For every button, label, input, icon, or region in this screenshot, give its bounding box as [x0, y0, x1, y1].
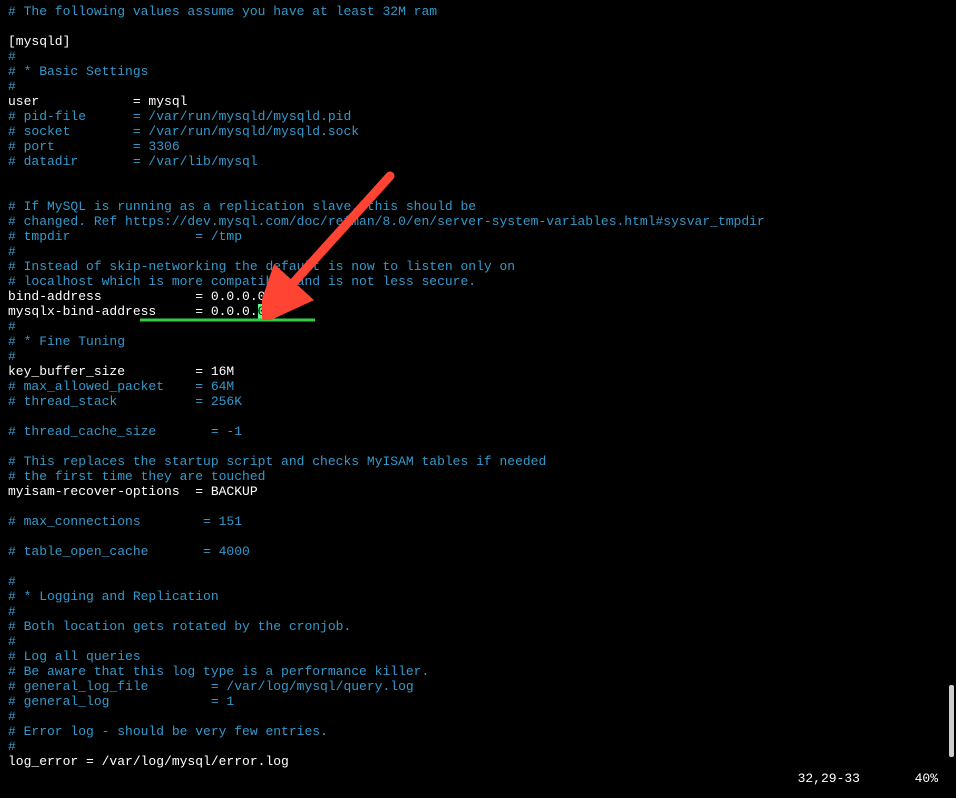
- editor-line[interactable]: [8, 559, 948, 574]
- vim-status-bar: 32,29-33 40%: [798, 771, 938, 786]
- editor-line[interactable]: # This replaces the startup script and c…: [8, 454, 948, 469]
- scroll-percent: 40%: [915, 771, 938, 786]
- editor-line[interactable]: # * Fine Tuning: [8, 334, 948, 349]
- cursor-position: 32,29-33: [798, 771, 860, 786]
- editor-line[interactable]: # socket = /var/run/mysqld/mysqld.sock: [8, 124, 948, 139]
- editor-line[interactable]: # max_connections = 151: [8, 514, 948, 529]
- editor-line[interactable]: # table_open_cache = 4000: [8, 544, 948, 559]
- editor-line[interactable]: # port = 3306: [8, 139, 948, 154]
- editor-line[interactable]: key_buffer_size = 16M: [8, 364, 948, 379]
- editor-line[interactable]: # thread_cache_size = -1: [8, 424, 948, 439]
- editor-line[interactable]: [8, 499, 948, 514]
- editor-line[interactable]: # the first time they are touched: [8, 469, 948, 484]
- editor-line[interactable]: #: [8, 79, 948, 94]
- editor-line[interactable]: user = mysql: [8, 94, 948, 109]
- text-editor-viewport[interactable]: # The following values assume you have a…: [8, 4, 948, 769]
- editor-line[interactable]: # localhost which is more compatible and…: [8, 274, 948, 289]
- editor-line[interactable]: # pid-file = /var/run/mysqld/mysqld.pid: [8, 109, 948, 124]
- editor-line[interactable]: #: [8, 349, 948, 364]
- editor-line[interactable]: # general_log = 1: [8, 694, 948, 709]
- editor-line[interactable]: # If MySQL is running as a replication s…: [8, 199, 948, 214]
- scrollbar-thumb[interactable]: [949, 685, 954, 757]
- editor-line[interactable]: log_error = /var/log/mysql/error.log: [8, 754, 948, 769]
- editor-line[interactable]: # datadir = /var/lib/mysql: [8, 154, 948, 169]
- editor-line[interactable]: #: [8, 319, 948, 334]
- editor-line[interactable]: [mysqld]: [8, 34, 948, 49]
- editor-line[interactable]: # * Logging and Replication: [8, 589, 948, 604]
- editor-line[interactable]: #: [8, 634, 948, 649]
- editor-line[interactable]: [8, 409, 948, 424]
- editor-line[interactable]: # Log all queries: [8, 649, 948, 664]
- editor-line[interactable]: [8, 169, 948, 184]
- editor-line[interactable]: # Both location gets rotated by the cron…: [8, 619, 948, 634]
- editor-line[interactable]: #: [8, 709, 948, 724]
- editor-line[interactable]: # Instead of skip-networking the default…: [8, 259, 948, 274]
- editor-line[interactable]: # The following values assume you have a…: [8, 4, 948, 19]
- editor-line[interactable]: # Error log - should be very few entries…: [8, 724, 948, 739]
- editor-line[interactable]: # * Basic Settings: [8, 64, 948, 79]
- editor-line[interactable]: [8, 184, 948, 199]
- editor-line[interactable]: # general_log_file = /var/log/mysql/quer…: [8, 679, 948, 694]
- editor-line[interactable]: #: [8, 574, 948, 589]
- editor-line[interactable]: #: [8, 244, 948, 259]
- editor-line[interactable]: # max_allowed_packet = 64M: [8, 379, 948, 394]
- editor-line[interactable]: myisam-recover-options = BACKUP: [8, 484, 948, 499]
- cursor: 0: [258, 304, 266, 319]
- editor-line[interactable]: # changed. Ref https://dev.mysql.com/doc…: [8, 214, 948, 229]
- editor-line[interactable]: mysqlx-bind-address = 0.0.0.0: [8, 304, 948, 319]
- editor-line[interactable]: # thread_stack = 256K: [8, 394, 948, 409]
- editor-line[interactable]: [8, 439, 948, 454]
- editor-line[interactable]: [8, 529, 948, 544]
- editor-line[interactable]: #: [8, 739, 948, 754]
- editor-line[interactable]: # Be aware that this log type is a perfo…: [8, 664, 948, 679]
- editor-line[interactable]: #: [8, 49, 948, 64]
- editor-line[interactable]: #: [8, 604, 948, 619]
- editor-line[interactable]: # tmpdir = /tmp: [8, 229, 948, 244]
- editor-line[interactable]: [8, 19, 948, 34]
- editor-line[interactable]: bind-address = 0.0.0.0: [8, 289, 948, 304]
